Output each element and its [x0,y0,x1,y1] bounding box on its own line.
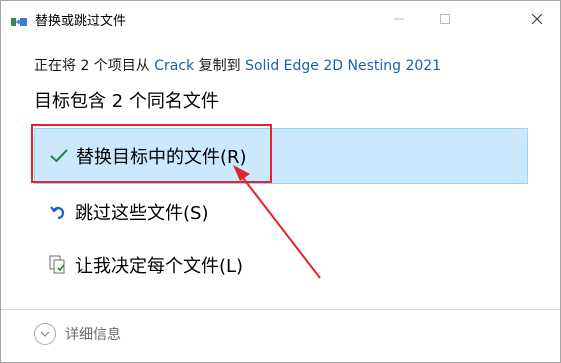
footer-divider [1,309,560,310]
minimize-button[interactable] [376,1,422,37]
replace-files-option[interactable]: 替换目标中的文件(R) [34,128,528,184]
destination-folder-link[interactable]: Solid Edge 2D Nesting 2021 [245,58,441,74]
more-details-label: 详细信息 [65,327,121,343]
chevron-down-icon [34,323,56,345]
source-folder-link[interactable]: Crack [154,58,194,74]
conflict-heading: 目标包含 2 个同名文件 [34,91,219,112]
close-button[interactable] [514,1,560,37]
minimize-icon [394,18,404,20]
decide-each-file-option[interactable]: 让我决定每个文件(L) [34,237,528,293]
maximize-button[interactable] [422,1,468,37]
copy-files-app-icon [11,13,27,26]
skip-files-option[interactable]: 跳过这些文件(S) [34,184,528,240]
decide-files-icon [48,255,68,275]
skip-icon [48,202,68,222]
replace-files-label: 替换目标中的文件(R) [76,147,247,168]
copy-prefix: 正在将 2 个项目从 [34,58,155,74]
decide-each-file-label: 让我决定每个文件(L) [75,256,244,277]
copy-progress-text: 正在将 2 个项目从 Crack 复制到 Solid Edge 2D Nesti… [34,55,441,75]
close-icon [532,14,542,24]
window-title: 替换或跳过文件 [35,14,127,29]
checkmark-icon [49,146,69,166]
more-details-toggle[interactable]: 详细信息 [34,323,121,345]
copy-middle: 复制到 [194,58,246,74]
title-bar[interactable]: 替换或跳过文件 [1,1,560,37]
skip-files-label: 跳过这些文件(S) [75,203,209,224]
replace-or-skip-dialog: 替换或跳过文件 正在将 2 个项目从 Crack 复制到 Solid Edge … [0,0,561,363]
maximize-icon [440,14,450,24]
